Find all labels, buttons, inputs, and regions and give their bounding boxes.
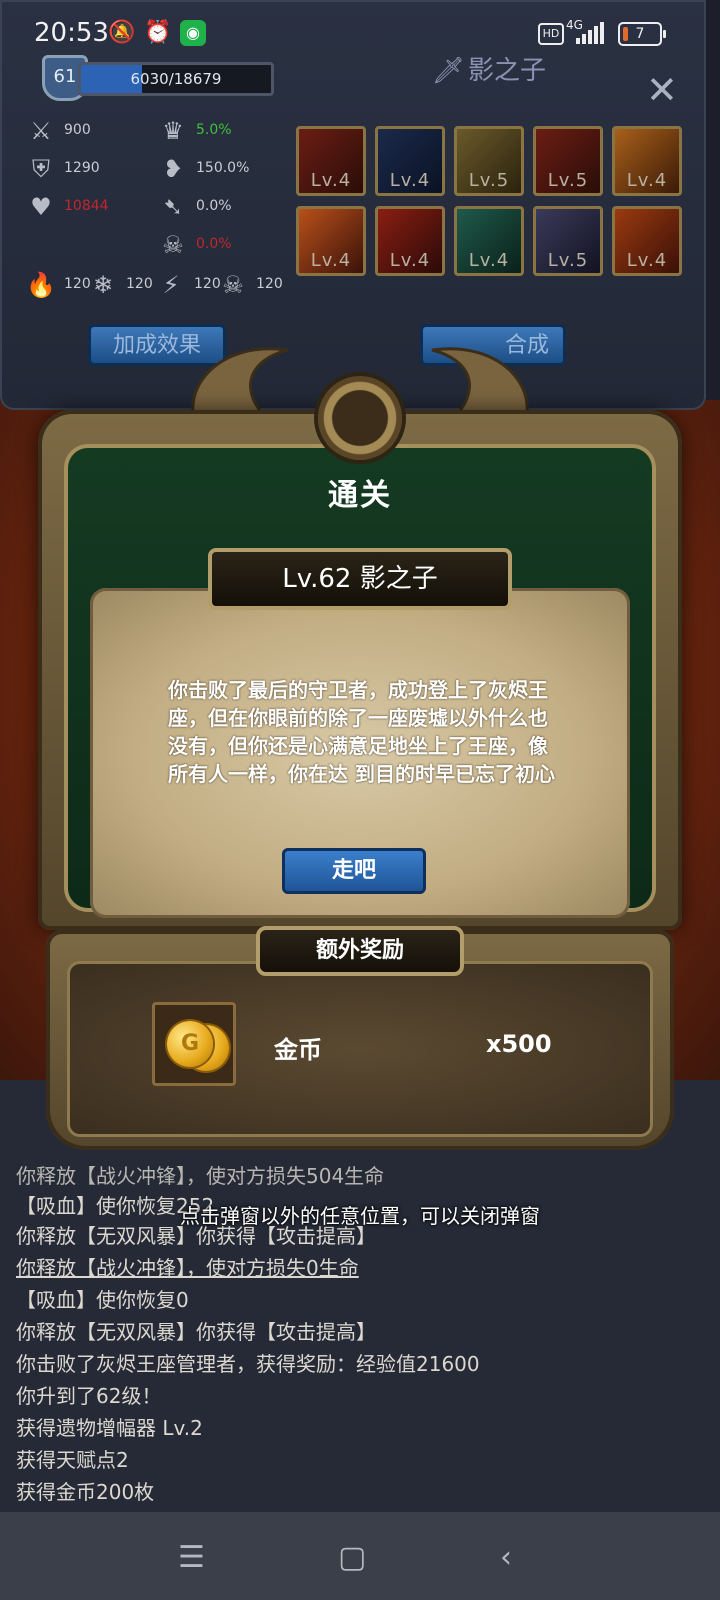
skill-level: Lv.5	[547, 250, 589, 271]
level-nameplate: Lv.62 影之子	[208, 548, 512, 610]
home-icon[interactable]: ▢	[338, 1540, 366, 1575]
skill-level: Lv.4	[626, 170, 668, 191]
close-icon[interactable]: ✕	[646, 71, 678, 109]
wechat-icon: ◉	[180, 20, 206, 46]
log-line: 你击败了灰烬王座管理者，获得奖励：经验值21600	[16, 1352, 480, 1376]
stat-attack-value: 900	[64, 122, 91, 138]
back-icon[interactable]: ‹	[500, 1540, 512, 1575]
skill-slot-3[interactable]: Lv.5	[454, 126, 524, 196]
shield-icon: ⛨	[32, 155, 50, 183]
crown-icon: ♛	[162, 117, 184, 145]
level-complete-modal: 通关 Lv.62 影之子 你击败了最后的守卫者，成功登上了灰烬王座，但在你眼前的…	[28, 330, 692, 1170]
log-line: 获得遗物增幅器 Lv.2	[16, 1416, 203, 1440]
clock: 20:53	[34, 18, 109, 48]
skull-icon: ☠	[162, 231, 184, 259]
stat-defense-value: 1290	[64, 160, 100, 176]
skill-level: Lv.4	[626, 250, 668, 271]
fire-icon: 🔥	[26, 271, 56, 299]
stat-crit-damage-value: 150.0%	[196, 160, 250, 176]
log-line: 你升到了62级！	[16, 1384, 162, 1408]
skill-slot-7[interactable]: Lv.4	[375, 206, 445, 276]
skill-level: Lv.5	[547, 170, 589, 191]
reward-item-slot: G	[152, 1002, 236, 1086]
reward-quantity: x500	[486, 1030, 552, 1058]
log-line: 获得金币200枚	[16, 1480, 155, 1504]
hd-icon: HD	[538, 23, 564, 45]
poison-skull-icon: ☠	[222, 271, 244, 299]
snowflake-icon: ❄	[92, 271, 114, 299]
skill-level: Lv.4	[389, 250, 431, 271]
story-text: 你击败了最后的守卫者，成功登上了灰烬王座，但在你眼前的除了一座废墟以外什么也没有…	[168, 678, 555, 786]
log-line: 你释放【无双风暴】你获得【攻击提高】	[16, 1320, 376, 1344]
heart-icon: ♥	[30, 193, 52, 221]
skill-level: Lv.4	[389, 170, 431, 191]
stat-poison-res-value: 120	[256, 276, 283, 292]
skill-slot-1[interactable]: Lv.4	[296, 126, 366, 196]
stat-hp-value: 10844	[64, 198, 109, 214]
stat-fire-res-value: 120	[64, 276, 91, 292]
close-hint: 点击弹窗以外的任意位置，可以关闭弹窗	[180, 1204, 540, 1228]
battery-icon: 7	[618, 22, 666, 46]
sword-icon: ⚔	[30, 117, 52, 145]
log-line: 【吸血】使你恢复0	[16, 1288, 189, 1312]
lightning-icon: ⚡	[162, 271, 180, 299]
bonus-title: 额外奖励	[256, 926, 464, 976]
system-nav-bar: ☰ ▢ ‹	[0, 1512, 720, 1600]
alarm-icon: ⏰	[144, 20, 172, 45]
stat-death-rate-value: 0.0%	[196, 236, 232, 252]
skill-slot-2[interactable]: Lv.4	[375, 126, 445, 196]
boot-icon: ➷	[162, 193, 184, 221]
coin-icon: G	[167, 1021, 213, 1067]
skill-slot-6[interactable]: Lv.4	[296, 206, 366, 276]
stat-lightning-res-value: 120	[194, 276, 221, 292]
menu-icon[interactable]: ☰	[178, 1540, 205, 1575]
level-name-text: Lv.62 影之子	[282, 564, 438, 594]
modal-title: 通关	[328, 478, 392, 513]
status-bar: 20:53 🔕 ⏰ ◉ HD 4G 7	[0, 0, 720, 70]
broken-heart-icon: ❥	[162, 155, 184, 183]
skill-level: Lv.4	[468, 250, 510, 271]
battery-level: 7	[635, 26, 645, 42]
stat-ice-res-value: 120	[126, 276, 153, 292]
skill-slot-5[interactable]: Lv.4	[612, 126, 682, 196]
stat-crit-rate-value: 5.0%	[196, 122, 232, 138]
skill-level: Lv.4	[310, 250, 352, 271]
go-button[interactable]: 走吧	[282, 848, 426, 894]
signal-icon	[576, 20, 604, 44]
skill-level: Lv.4	[310, 170, 352, 191]
skill-slot-10[interactable]: Lv.4	[612, 206, 682, 276]
mute-icon: 🔕	[108, 20, 136, 45]
pentagram-medallion-icon	[318, 376, 402, 460]
stat-dodge-value: 0.0%	[196, 198, 232, 214]
skill-level: Lv.5	[468, 170, 510, 191]
log-line: 获得天赋点2	[16, 1448, 129, 1472]
skill-slot-8[interactable]: Lv.4	[454, 206, 524, 276]
skill-slot-4[interactable]: Lv.5	[533, 126, 603, 196]
log-line: 你释放【战火冲锋】，使对方损失0生命	[16, 1256, 359, 1280]
reward-name: 金币	[274, 1036, 322, 1064]
skill-slot-9[interactable]: Lv.5	[533, 206, 603, 276]
